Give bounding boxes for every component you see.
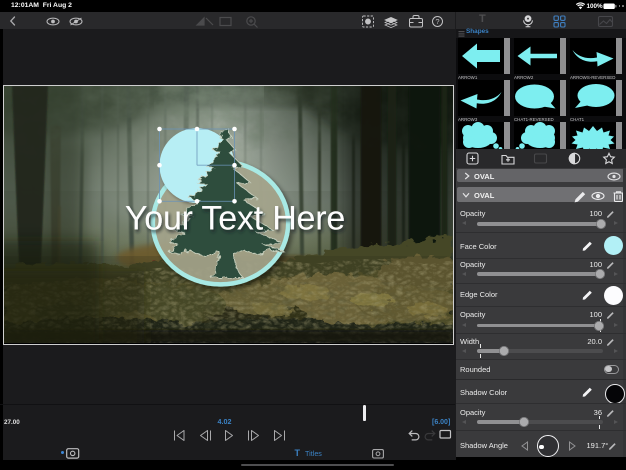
svg-text:?: ? — [435, 17, 439, 26]
svg-text:Your Text Here: Your Text Here — [125, 200, 345, 238]
